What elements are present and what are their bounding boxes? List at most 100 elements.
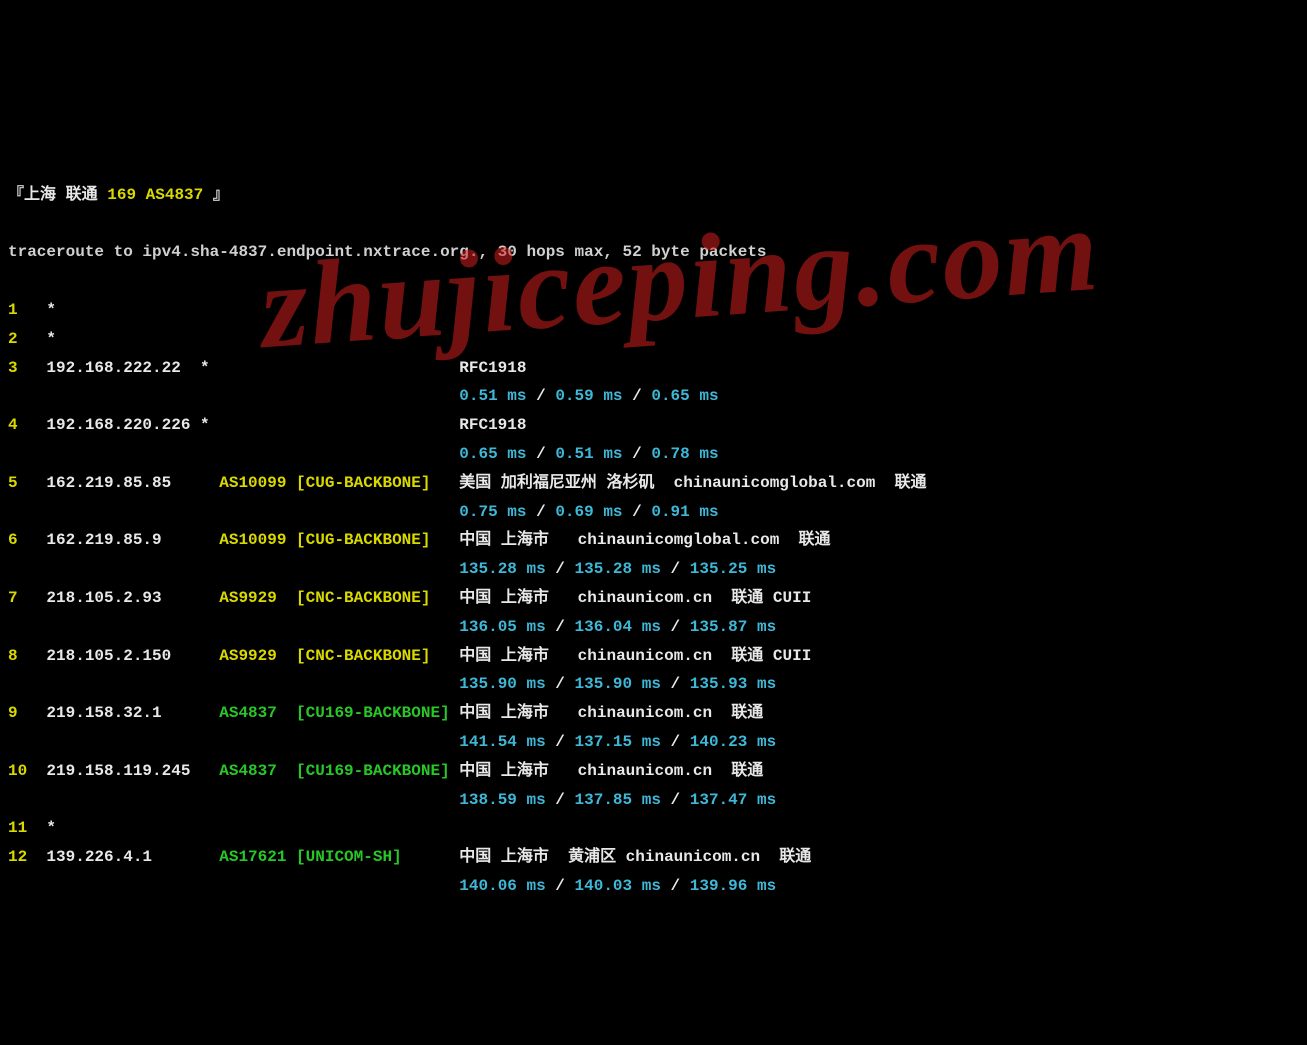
hop-number: 7 <box>8 584 27 613</box>
spacer <box>8 733 459 751</box>
hop-asn: AS9929 <box>219 584 296 613</box>
spacer <box>8 877 459 895</box>
hop-latency: 135.87 ms <box>690 618 776 636</box>
hop-row: 11 * <box>8 814 1299 843</box>
hop-latency-row: 140.06 ms / 140.03 ms / 139.96 ms <box>8 872 1299 901</box>
hop-ip: 139.226.4.1 <box>46 843 200 872</box>
hop-description: RFC1918 <box>459 416 526 434</box>
latency-separator: / <box>623 387 652 405</box>
hop-network: [CNC-BACKBONE] <box>296 642 459 671</box>
hop-ip: 218.105.2.150 <box>46 642 200 671</box>
hop-description: 中国 上海市 chinaunicom.cn 联通 <box>459 704 763 722</box>
hop-number: 1 <box>8 296 27 325</box>
hop-number: 9 <box>8 699 27 728</box>
latency-separator: / <box>527 503 556 521</box>
hop-ip: 162.219.85.85 <box>46 469 200 498</box>
hop-number: 4 <box>8 411 27 440</box>
hop-latency-row: 135.28 ms / 135.28 ms / 135.25 ms <box>8 555 1299 584</box>
hop-number: 8 <box>8 642 27 671</box>
hop-list: 1 *2 *3 192.168.222.22*RFC1918 0.51 ms /… <box>8 296 1299 901</box>
latency-separator: / <box>546 877 575 895</box>
hop-number: 12 <box>8 843 27 872</box>
hop-network: [CUG-BACKBONE] <box>296 526 459 555</box>
hop-ip: * <box>46 814 200 843</box>
hop-latency: 0.51 ms <box>555 445 622 463</box>
hop-number: 2 <box>8 325 27 354</box>
hop-number: 10 <box>8 757 27 786</box>
hop-row: 12 139.226.4.1AS17621[UNICOM-SH]中国 上海市 黄… <box>8 843 1299 872</box>
hop-description: RFC1918 <box>459 359 526 377</box>
hop-asn: AS4837 <box>219 757 296 786</box>
hop-row: 4 192.168.220.226*RFC1918 <box>8 411 1299 440</box>
latency-separator: / <box>661 560 690 578</box>
hop-latency: 0.69 ms <box>555 503 622 521</box>
hop-ip: 218.105.2.93 <box>46 584 200 613</box>
spacer <box>8 387 459 405</box>
hop-network: [CU169-BACKBONE] <box>296 757 459 786</box>
spacer <box>8 675 459 693</box>
hop-latency: 135.90 ms <box>459 675 545 693</box>
hop-latency: 140.23 ms <box>690 733 776 751</box>
hop-latency: 0.75 ms <box>459 503 526 521</box>
hop-latency: 135.28 ms <box>459 560 545 578</box>
hop-number: 3 <box>8 354 27 383</box>
hop-latency-row: 0.51 ms / 0.59 ms / 0.65 ms <box>8 382 1299 411</box>
hop-latency: 137.47 ms <box>690 791 776 809</box>
hop-ip: 219.158.119.245 <box>46 757 200 786</box>
hop-network: [UNICOM-SH] <box>296 843 459 872</box>
latency-separator: / <box>661 877 690 895</box>
hop-latency: 137.85 ms <box>575 791 661 809</box>
route-loc: 上海 联通 <box>24 186 98 204</box>
spacer <box>8 445 459 463</box>
hop-latency: 135.90 ms <box>575 675 661 693</box>
hop-asn: AS10099 <box>219 526 296 555</box>
hop-row: 5 162.219.85.85AS10099[CUG-BACKBONE]美国 加… <box>8 469 1299 498</box>
hop-latency-row: 136.05 ms / 136.04 ms / 135.87 ms <box>8 613 1299 642</box>
hop-description: 中国 上海市 chinaunicom.cn 联通 CUII <box>459 647 811 665</box>
hop-latency: 138.59 ms <box>459 791 545 809</box>
hop-number: 11 <box>8 814 27 843</box>
latency-separator: / <box>623 503 652 521</box>
latency-separator: / <box>546 618 575 636</box>
hop-latency: 0.78 ms <box>651 445 718 463</box>
hop-ip: * <box>46 296 200 325</box>
latency-separator: / <box>527 387 556 405</box>
spacer <box>8 560 459 578</box>
hop-description: 中国 上海市 chinaunicomglobal.com 联通 <box>459 531 830 549</box>
hop-network: [CUG-BACKBONE] <box>296 469 459 498</box>
route-asn: 169 AS4837 <box>107 186 203 204</box>
hop-latency: 135.93 ms <box>690 675 776 693</box>
hop-description: 中国 上海市 chinaunicom.cn 联通 <box>459 762 763 780</box>
hop-row: 10 219.158.119.245 AS4837[CU169-BACKBONE]… <box>8 757 1299 786</box>
hop-row: 6 162.219.85.9AS10099[CUG-BACKBONE]中国 上海… <box>8 526 1299 555</box>
hop-ip: 192.168.222.22 <box>46 354 200 383</box>
hop-row: 1 * <box>8 296 1299 325</box>
hop-description: 中国 上海市 黄浦区 chinaunicom.cn 联通 <box>459 848 811 866</box>
hop-row: 9 219.158.32.1AS4837[CU169-BACKBONE]中国 上… <box>8 699 1299 728</box>
hop-latency: 140.03 ms <box>575 877 661 895</box>
hop-flag: * <box>200 411 219 440</box>
hop-latency: 135.28 ms <box>575 560 661 578</box>
spacer <box>8 791 459 809</box>
latency-separator: / <box>527 445 556 463</box>
hop-latency: 0.59 ms <box>555 387 622 405</box>
hop-ip: 162.219.85.9 <box>46 526 200 555</box>
latency-separator: / <box>661 791 690 809</box>
hop-latency: 136.05 ms <box>459 618 545 636</box>
hop-asn: AS4837 <box>219 699 296 728</box>
hop-latency-row: 0.75 ms / 0.69 ms / 0.91 ms <box>8 498 1299 527</box>
latency-separator: / <box>546 733 575 751</box>
hop-flag: * <box>200 354 219 383</box>
hop-latency-row: 141.54 ms / 137.15 ms / 140.23 ms <box>8 728 1299 757</box>
traceroute-command: traceroute to ipv4.sha-4837.endpoint.nxt… <box>8 238 1299 267</box>
hop-asn: AS10099 <box>219 469 296 498</box>
hop-ip: 219.158.32.1 <box>46 699 200 728</box>
hop-latency: 140.06 ms <box>459 877 545 895</box>
spacer <box>8 503 459 521</box>
latency-separator: / <box>661 618 690 636</box>
hop-description: 美国 加利福尼亚州 洛杉矶 chinaunicomglobal.com 联通 <box>459 474 926 492</box>
hop-row: 7 218.105.2.93AS9929[CNC-BACKBONE]中国 上海市… <box>8 584 1299 613</box>
hop-latency: 0.65 ms <box>651 387 718 405</box>
hop-latency: 0.65 ms <box>459 445 526 463</box>
hop-row: 3 192.168.222.22* RFC1918 <box>8 354 1299 383</box>
